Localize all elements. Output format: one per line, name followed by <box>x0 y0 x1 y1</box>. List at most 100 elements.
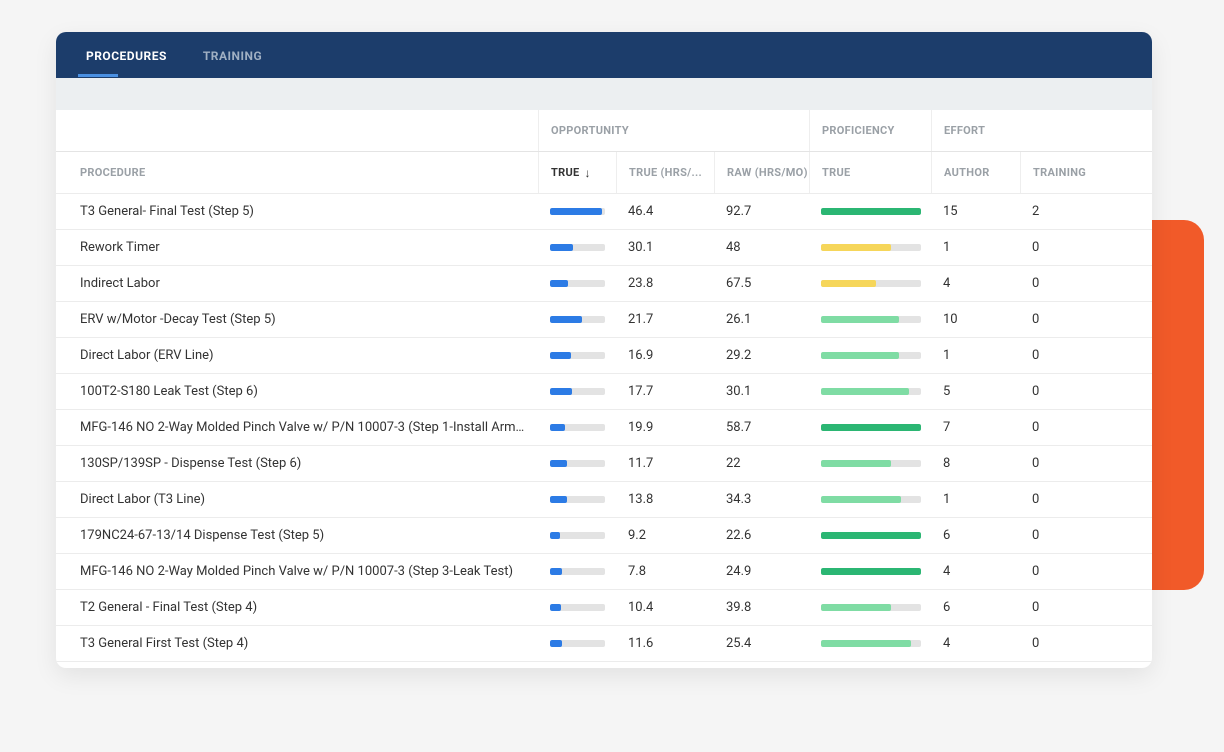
cell-true-hrs: 23.8 <box>616 276 714 291</box>
cell-procedure-name: T3 General- Final Test (Step 5) <box>56 204 538 219</box>
cell-proficiency-bar <box>809 280 931 287</box>
cell-author: 1 <box>931 492 1020 507</box>
cell-proficiency-bar <box>809 388 931 395</box>
cell-opportunity-bar <box>538 604 616 611</box>
cell-author: 5 <box>931 384 1020 399</box>
table-row[interactable]: Rework Timer30.14810 <box>56 230 1152 266</box>
cell-proficiency-bar <box>809 352 931 359</box>
cell-training: 0 <box>1020 492 1098 507</box>
header-group-proficiency: PROFICIENCY <box>809 110 931 151</box>
cell-proficiency-bar <box>809 208 931 215</box>
cell-true-hrs: 19.9 <box>616 420 714 435</box>
sort-arrow-down-icon: ↓ <box>585 166 591 180</box>
cell-training: 0 <box>1020 348 1098 363</box>
cell-procedure-name: 100T2-S180 Leak Test (Step 6) <box>56 384 538 399</box>
cell-training: 0 <box>1020 600 1098 615</box>
col-author[interactable]: AUTHOR <box>931 152 1020 193</box>
col-true[interactable]: TRUE ↓ <box>538 152 616 193</box>
col-true-hrs[interactable]: TRUE (HRS/... <box>616 152 714 193</box>
table-row[interactable]: 130SP/139SP - Dispense Test (Step 6)11.7… <box>56 446 1152 482</box>
cell-opportunity-bar <box>538 208 616 215</box>
cell-proficiency-bar <box>809 568 931 575</box>
cell-proficiency-bar <box>809 460 931 467</box>
cell-author: 4 <box>931 276 1020 291</box>
cell-raw-hrs: 30.1 <box>714 384 809 399</box>
cell-opportunity-bar <box>538 640 616 647</box>
cell-opportunity-bar <box>538 244 616 251</box>
cell-training: 0 <box>1020 384 1098 399</box>
sub-toolbar <box>56 78 1152 110</box>
cell-proficiency-bar <box>809 496 931 503</box>
cell-training: 0 <box>1020 312 1098 327</box>
table-row[interactable]: 179NC24-67-13/14 Dispense Test (Step 5) 9… <box>56 518 1152 554</box>
cell-author: 6 <box>931 600 1020 615</box>
table-header-groups: OPPORTUNITY PROFICIENCY EFFORT <box>56 110 1152 152</box>
cell-opportunity-bar <box>538 496 616 503</box>
cell-raw-hrs: 92.7 <box>714 204 809 219</box>
cell-true-hrs: 13.8 <box>616 492 714 507</box>
cell-true-hrs: 7.8 <box>616 564 714 579</box>
cell-opportunity-bar <box>538 388 616 395</box>
cell-author: 10 <box>931 312 1020 327</box>
procedures-table: OPPORTUNITY PROFICIENCY EFFORT PROCEDURE… <box>56 110 1152 668</box>
cell-procedure-name: T3 General First Test (Step 4) <box>56 636 538 651</box>
cell-true-hrs: 17.7 <box>616 384 714 399</box>
cell-proficiency-bar <box>809 640 931 647</box>
table-row[interactable]: Indirect Labor23.867.540 <box>56 266 1152 302</box>
cell-author: 4 <box>931 564 1020 579</box>
cell-training: 0 <box>1020 240 1098 255</box>
cell-author: 8 <box>931 456 1020 471</box>
cell-procedure-name: MFG-146 NO 2-Way Molded Pinch Valve w/ P… <box>56 564 538 579</box>
table-header-columns: PROCEDURE TRUE ↓ TRUE (HRS/... RAW (HRS/… <box>56 152 1152 194</box>
table-row[interactable]: T3 General- Final Test (Step 5)46.492.71… <box>56 194 1152 230</box>
tabs-bar: PROCEDURES TRAINING <box>56 32 1152 78</box>
cell-true-hrs: 30.1 <box>616 240 714 255</box>
cell-procedure-name: Rework Timer <box>56 240 538 255</box>
table-row[interactable]: MFG-146 NO 2-Way Molded Pinch Valve w/ P… <box>56 410 1152 446</box>
cell-training: 0 <box>1020 456 1098 471</box>
cell-procedure-name: 179NC24-67-13/14 Dispense Test (Step 5) <box>56 528 538 543</box>
cell-raw-hrs: 25.4 <box>714 636 809 651</box>
cell-author: 4 <box>931 636 1020 651</box>
cell-raw-hrs: 67.5 <box>714 276 809 291</box>
cell-true-hrs: 11.7 <box>616 456 714 471</box>
cell-opportunity-bar <box>538 460 616 467</box>
cell-true-hrs: 9.2 <box>616 528 714 543</box>
col-raw-hrs[interactable]: RAW (HRS/MO) <box>714 152 809 193</box>
tab-training[interactable]: TRAINING <box>193 33 272 77</box>
header-group-effort: EFFORT <box>931 110 1098 151</box>
table-row[interactable]: T2 General - Final Test (Step 4) 10.439.8… <box>56 590 1152 626</box>
cell-author: 15 <box>931 204 1020 219</box>
cell-proficiency-bar <box>809 604 931 611</box>
cell-proficiency-bar <box>809 316 931 323</box>
cell-opportunity-bar <box>538 532 616 539</box>
table-row[interactable]: ERV w/Motor -Decay Test (Step 5)21.726.1… <box>56 302 1152 338</box>
cell-raw-hrs: 26.1 <box>714 312 809 327</box>
cell-procedure-name: Direct Labor (ERV Line) <box>56 348 538 363</box>
table-row[interactable]: T3 General First Test (Step 4)11.625.440 <box>56 626 1152 662</box>
cell-procedure-name: Direct Labor (T3 Line) <box>56 492 538 507</box>
cell-opportunity-bar <box>538 280 616 287</box>
col-proficiency-true[interactable]: TRUE <box>809 152 931 193</box>
col-true-label: TRUE <box>551 166 580 179</box>
cell-raw-hrs: 39.8 <box>714 600 809 615</box>
cell-training: 0 <box>1020 276 1098 291</box>
cell-proficiency-bar <box>809 244 931 251</box>
cell-author: 1 <box>931 240 1020 255</box>
cell-true-hrs: 10.4 <box>616 600 714 615</box>
cell-training: 0 <box>1020 528 1098 543</box>
cell-author: 1 <box>931 348 1020 363</box>
cell-training: 2 <box>1020 204 1098 219</box>
table-row[interactable]: 100T2-S180 Leak Test (Step 6) 17.730.1 50 <box>56 374 1152 410</box>
table-row[interactable]: MFG-146 NO 2-Way Molded Pinch Valve w/ P… <box>56 554 1152 590</box>
col-procedure[interactable]: PROCEDURE <box>56 152 538 193</box>
table-row[interactable]: Direct Labor (ERV Line)16.929.210 <box>56 338 1152 374</box>
cell-raw-hrs: 22 <box>714 456 809 471</box>
cell-author: 7 <box>931 420 1020 435</box>
table-row[interactable]: Direct Labor (T3 Line)13.834.310 <box>56 482 1152 518</box>
tab-procedures[interactable]: PROCEDURES <box>76 33 177 77</box>
cell-training: 0 <box>1020 564 1098 579</box>
cell-opportunity-bar <box>538 424 616 431</box>
col-training[interactable]: TRAINING <box>1020 152 1098 193</box>
cell-procedure-name: T2 General - Final Test (Step 4) <box>56 600 538 615</box>
